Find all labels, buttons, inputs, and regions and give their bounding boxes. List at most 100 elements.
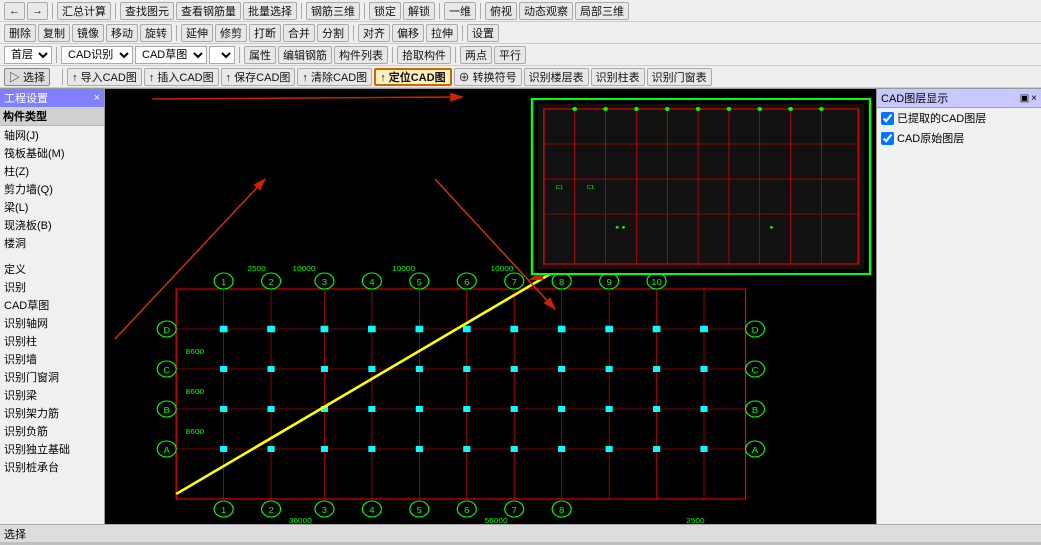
svg-text:6: 6 [464, 278, 469, 287]
section-header-components: 构件类型 [0, 107, 104, 126]
item-identify-beam[interactable]: 识别梁 [0, 386, 104, 404]
parallel-btn[interactable]: 平行 [494, 46, 526, 64]
delete-btn[interactable]: 删除 [4, 24, 36, 42]
mirror-btn[interactable]: 镜像 [72, 24, 104, 42]
right-panel-float[interactable]: ▣ [1020, 93, 1029, 104]
sep5 [439, 3, 440, 19]
item-identify-wall[interactable]: 识别墙 [0, 350, 104, 368]
save-cad-btn[interactable]: ↑ 保存CAD图 [221, 68, 296, 86]
sep3 [301, 3, 302, 19]
item-identify-arch-rebar[interactable]: 识别架力筋 [0, 404, 104, 422]
component-list-btn[interactable]: 构件列表 [334, 46, 388, 64]
svg-text:3: 3 [322, 278, 327, 287]
identify-floor-table-btn[interactable]: 识别楼层表 [524, 68, 589, 86]
extend-btn[interactable]: 延伸 [181, 24, 213, 42]
sep2 [115, 3, 116, 19]
unlock-btn[interactable]: 解锁 [403, 2, 435, 20]
svg-text:● ●: ● ● [615, 224, 626, 230]
partial-3d-btn[interactable]: 局部三维 [575, 2, 629, 20]
redo-btn[interactable]: → [27, 2, 48, 20]
item-identify-door-window[interactable]: 识别门窗洞 [0, 368, 104, 386]
summary-calc-btn[interactable]: 汇总计算 [57, 2, 111, 20]
item-identify-pile-cap[interactable]: 识别桩承台 [0, 458, 104, 476]
svg-text:3: 3 [322, 506, 327, 515]
item-column[interactable]: 柱(Z) [0, 162, 104, 180]
two-point-btn[interactable]: 两点 [460, 46, 492, 64]
item-beam[interactable]: 梁(L) [0, 198, 104, 216]
item-axis[interactable]: 轴网(J) [0, 126, 104, 144]
convert-symbol-btn[interactable]: ⊕ 转换符号 [454, 68, 522, 86]
insert-cad-btn[interactable]: ↑ 插入CAD图 [144, 68, 219, 86]
toolbar-row3: 首层 CAD识别 CAD草图 属性 编辑钢筋 构件列表 拾取构件 两点 平行 [0, 44, 1041, 66]
find-element-btn[interactable]: 查找图元 [120, 2, 174, 20]
canvas-area[interactable]: 1 2 3 4 5 6 7 8 9 10 1 2 3 [105, 89, 876, 524]
svg-text:C: C [163, 366, 170, 375]
select-btn[interactable]: ▷ 选择 [4, 68, 50, 86]
locate-cad-btn[interactable]: ↑ 定位CAD图 [374, 68, 451, 86]
cad-identify-select[interactable]: CAD识别 [61, 46, 133, 64]
status-bar: 选择 [0, 524, 1041, 542]
item-identify-axis[interactable]: 识别轴网 [0, 314, 104, 332]
item-slab[interactable]: 现浇板(B) [0, 216, 104, 234]
main-area: 工程设置 × 构件类型 轴网(J) 筏板基础(M) 柱(Z) 剪力墙(Q) 梁(… [0, 89, 1041, 524]
layer-original-checkbox[interactable] [881, 132, 894, 145]
item-define[interactable]: 定义 [0, 260, 104, 278]
rotate-btn[interactable]: 旋转 [140, 24, 172, 42]
rebar-3d-btn[interactable]: 钢筋三维 [306, 2, 360, 20]
item-raft[interactable]: 筏板基础(M) [0, 144, 104, 162]
top-view-btn[interactable]: 俯视 [485, 2, 517, 20]
identify-window-table-btn[interactable]: 识别门窗表 [647, 68, 712, 86]
undo-btn[interactable]: ← [4, 2, 25, 20]
layer-extracted-label: 已提取的CAD图层 [897, 110, 986, 126]
sep12 [392, 47, 393, 63]
item-identify-isolated-found[interactable]: 识别独立基础 [0, 440, 104, 458]
sep13 [455, 47, 456, 63]
batch-select-btn[interactable]: 批量选择 [243, 2, 297, 20]
lock-btn[interactable]: 锁定 [369, 2, 401, 20]
dynamic-observe-btn[interactable]: 动态观察 [519, 2, 573, 20]
toolbar-row4: ▷ 选择 ↑ 导入CAD图 ↑ 插入CAD图 ↑ 保存CAD图 ↑ 清除CAD图… [0, 66, 1041, 88]
align-btn[interactable]: 对齐 [358, 24, 390, 42]
left-panel-close[interactable]: × [94, 92, 100, 104]
tree-item-extracted[interactable]: 已提取的CAD图层 [877, 108, 1041, 128]
item-hole[interactable]: 楼洞 [0, 234, 104, 252]
tree-item-original[interactable]: CAD原始图层 [877, 128, 1041, 148]
cad-sketch-select[interactable]: CAD草图 [135, 46, 207, 64]
settings-btn[interactable]: 设置 [467, 24, 499, 42]
sep8 [353, 25, 354, 41]
view-rebar-btn[interactable]: 查看钢筋量 [176, 2, 241, 20]
svg-text:7: 7 [512, 278, 517, 287]
1d-view-btn[interactable]: 一维 [444, 2, 476, 20]
copy-btn[interactable]: 复制 [38, 24, 70, 42]
item-identify[interactable]: 识别 [0, 278, 104, 296]
trim-btn[interactable]: 修剪 [215, 24, 247, 42]
sep7 [176, 25, 177, 41]
layer-extracted-checkbox[interactable] [881, 112, 894, 125]
item-identify-neg-rebar[interactable]: 识别负筋 [0, 422, 104, 440]
svg-text:A: A [164, 446, 170, 455]
identify-column-table-btn[interactable]: 识别柱表 [591, 68, 645, 86]
pick-component-btn[interactable]: 拾取构件 [397, 46, 451, 64]
offset-btn[interactable]: 偏移 [392, 24, 424, 42]
toolbar-row1: ← → 汇总计算 查找图元 查看钢筋量 批量选择 钢筋三维 锁定 解锁 一维 俯… [0, 0, 1041, 22]
svg-text:10000: 10000 [491, 265, 514, 273]
merge-btn[interactable]: 合并 [283, 24, 315, 42]
stretch-btn[interactable]: 拉伸 [426, 24, 458, 42]
break-btn[interactable]: 打断 [249, 24, 281, 42]
import-cad-btn[interactable]: ↑ 导入CAD图 [67, 68, 142, 86]
move-btn[interactable]: 移动 [106, 24, 138, 42]
item-shear-wall[interactable]: 剪力墙(Q) [0, 180, 104, 198]
split-btn[interactable]: 分割 [317, 24, 349, 42]
item-identify-col[interactable]: 识别柱 [0, 332, 104, 350]
right-panel-title: CAD图层显示 [881, 90, 948, 106]
extra-select[interactable] [209, 46, 235, 64]
edit-rebar-btn[interactable]: 编辑钢筋 [278, 46, 332, 64]
layer-select[interactable]: 首层 [4, 46, 52, 64]
sep11 [239, 47, 240, 63]
top-toolbar: ← → 汇总计算 查找图元 查看钢筋量 批量选择 钢筋三维 锁定 解锁 一维 俯… [0, 0, 1041, 89]
svg-text:1: 1 [221, 506, 226, 515]
item-cad-sketch[interactable]: CAD草图 [0, 296, 104, 314]
clear-cad-btn[interactable]: ↑ 清除CAD图 [297, 68, 372, 86]
right-panel-close[interactable]: × [1031, 93, 1037, 104]
properties-btn[interactable]: 属性 [244, 46, 276, 64]
